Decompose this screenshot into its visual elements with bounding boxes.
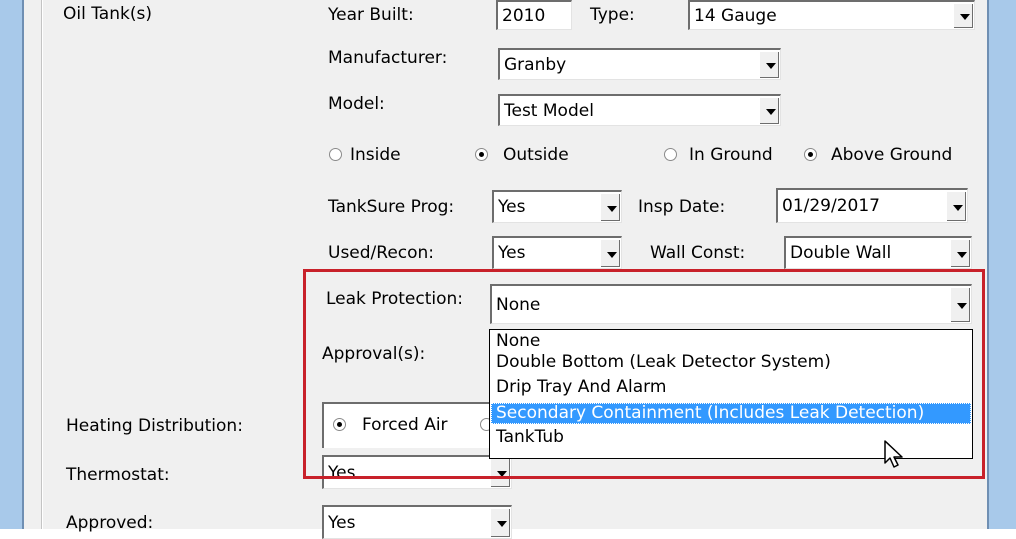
chevron-down-icon[interactable] xyxy=(600,239,620,267)
type-label: Type: xyxy=(590,5,635,25)
chevron-down-icon[interactable] xyxy=(953,3,973,28)
chevron-down-icon[interactable] xyxy=(759,51,779,78)
manufacturer-label: Manufacturer: xyxy=(328,48,448,68)
model-label: Model: xyxy=(328,94,385,114)
year-built-label: Year Built: xyxy=(328,5,414,25)
year-built-value: 2010 xyxy=(502,5,546,26)
inside-radio[interactable] xyxy=(329,148,342,161)
inside-label: Inside xyxy=(350,145,401,165)
manufacturer-select[interactable]: Granby xyxy=(498,48,781,80)
chevron-down-icon[interactable] xyxy=(490,508,510,537)
in-ground-label: In Ground xyxy=(689,145,773,165)
model-value: Test Model xyxy=(504,100,594,121)
window-frame-left xyxy=(0,0,22,529)
used-recon-select[interactable]: Yes xyxy=(492,236,622,269)
heating-distribution-label: Heating Distribution: xyxy=(66,416,243,436)
tanksure-value: Yes xyxy=(498,197,526,217)
window-frame-right xyxy=(989,0,1016,529)
type-value: 14 Gauge xyxy=(694,5,777,26)
oil-tanks-label: Oil Tank(s) xyxy=(63,4,152,24)
chevron-down-icon[interactable] xyxy=(950,239,970,267)
used-recon-label: Used/Recon: xyxy=(328,243,435,263)
tanksure-label: TankSure Prog: xyxy=(328,197,455,217)
approved-label: Approved: xyxy=(66,513,154,533)
model-select[interactable]: Test Model xyxy=(498,94,781,126)
wall-const-label: Wall Const: xyxy=(650,243,746,263)
wall-const-select[interactable]: Double Wall xyxy=(784,236,972,269)
manufacturer-value: Granby xyxy=(504,54,567,75)
highlight-annotation xyxy=(303,269,985,479)
chevron-down-icon[interactable] xyxy=(946,191,966,221)
tanksure-select[interactable]: Yes xyxy=(492,190,622,223)
approved-value: Yes xyxy=(328,512,356,533)
chevron-down-icon[interactable] xyxy=(759,97,779,124)
type-select[interactable]: 14 Gauge xyxy=(688,0,975,30)
thermostat-label: Thermostat: xyxy=(66,465,170,485)
above-ground-radio[interactable] xyxy=(804,148,817,161)
wall-const-value: Double Wall xyxy=(790,243,892,263)
panel-divider-highlight xyxy=(42,0,43,529)
in-ground-radio[interactable] xyxy=(664,148,677,161)
insp-date-label: Insp Date: xyxy=(638,197,726,217)
above-ground-label: Above Ground xyxy=(831,145,953,165)
outside-label: Outside xyxy=(503,145,569,165)
year-built-field[interactable]: 2010 xyxy=(496,0,572,30)
approved-select[interactable]: Yes xyxy=(322,505,512,539)
outside-radio[interactable] xyxy=(475,148,488,161)
chevron-down-icon[interactable] xyxy=(600,193,620,221)
insp-date-picker[interactable]: 01/29/2017 xyxy=(776,188,968,223)
insp-date-value: 01/29/2017 xyxy=(782,196,880,216)
used-recon-value: Yes xyxy=(498,243,526,263)
